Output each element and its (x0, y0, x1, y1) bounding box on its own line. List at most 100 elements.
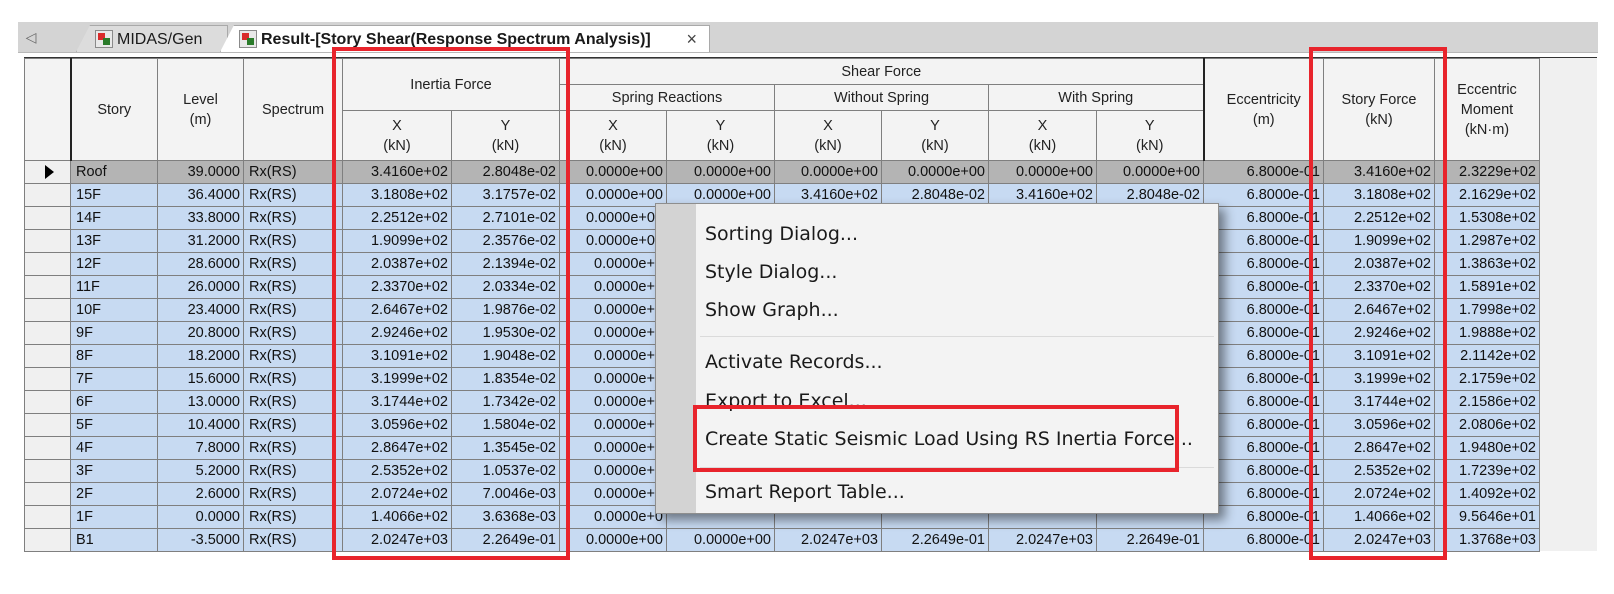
cell-em[interactable]: 1.5891e+02 (1434, 275, 1540, 299)
cell-spectrum[interactable]: Rx(RS) (243, 160, 343, 184)
row-header[interactable] (24, 390, 71, 414)
cell-em[interactable]: 2.1759e+02 (1434, 367, 1540, 391)
cell-spectrum[interactable]: Rx(RS) (243, 252, 343, 276)
tab-scroll-left-icon[interactable]: ◁ (20, 26, 42, 48)
cell-ecc[interactable]: 6.8000e-01 (1203, 528, 1324, 552)
cell-wy[interactable]: 0.0000e+00 (1096, 160, 1204, 184)
col-header-spring-x[interactable]: X (kN) (559, 110, 667, 161)
row-header[interactable] (24, 482, 71, 506)
row-header[interactable] (24, 413, 71, 437)
cell-ecc[interactable]: 6.8000e-01 (1203, 252, 1324, 276)
cell-em[interactable]: 2.3229e+02 (1434, 160, 1540, 184)
cell-level[interactable]: 0.0000 (157, 505, 244, 529)
cell-ecc[interactable]: 6.8000e-01 (1203, 413, 1324, 437)
cell-ecc[interactable]: 6.8000e-01 (1203, 459, 1324, 483)
cell-story[interactable]: 1F (70, 505, 158, 529)
row-header[interactable] (24, 321, 71, 345)
cell-level[interactable]: 26.0000 (157, 275, 244, 299)
cell-story[interactable]: 11F (70, 275, 158, 299)
cell-story[interactable]: 9F (70, 321, 158, 345)
cell-srx[interactable]: 0.0000e+0 (559, 344, 667, 368)
row-header[interactable] (24, 229, 71, 253)
cell-spectrum[interactable]: Rx(RS) (243, 459, 343, 483)
menu-item-style-dialog[interactable]: Style Dialog... (705, 261, 837, 283)
cell-level[interactable]: 33.8000 (157, 206, 244, 230)
cell-ecc[interactable]: 6.8000e-01 (1203, 482, 1324, 506)
cell-srx[interactable]: 0.0000e+0 (559, 413, 667, 437)
tab-midas-gen[interactable]: MIDAS/Gen (76, 25, 228, 52)
cell-story[interactable]: 13F (70, 229, 158, 253)
cell-story[interactable]: B1 (70, 528, 158, 552)
cell-story[interactable]: 3F (70, 459, 158, 483)
row-header[interactable] (24, 528, 71, 552)
cell-story[interactable]: 2F (70, 482, 158, 506)
cell-spectrum[interactable]: Rx(RS) (243, 413, 343, 437)
row-header[interactable] (24, 344, 71, 368)
cell-em[interactable]: 2.0806e+02 (1434, 413, 1540, 437)
cell-srx[interactable]: 0.0000e+00 (559, 160, 667, 184)
cell-level[interactable]: 13.0000 (157, 390, 244, 414)
cell-level[interactable]: 18.2000 (157, 344, 244, 368)
row-header[interactable] (24, 252, 71, 276)
menu-item-activate-records[interactable]: Activate Records... (705, 351, 883, 373)
cell-em[interactable]: 1.7998e+02 (1434, 298, 1540, 322)
cell-ecc[interactable]: 6.8000e-01 (1203, 206, 1324, 230)
cell-em[interactable]: 1.4092e+02 (1434, 482, 1540, 506)
cell-srx[interactable]: 0.0000e+0 (559, 367, 667, 391)
col-header-without-y[interactable]: Y (kN) (881, 110, 989, 161)
close-tab-icon[interactable]: × (686, 26, 697, 52)
cell-ecc[interactable]: 6.8000e-01 (1203, 275, 1324, 299)
row-header[interactable] (24, 459, 71, 483)
cell-em[interactable]: 1.3768e+03 (1434, 528, 1540, 552)
cell-em[interactable]: 9.5646e+01 (1434, 505, 1540, 529)
cell-spectrum[interactable]: Rx(RS) (243, 505, 343, 529)
col-header-with-x[interactable]: X (kN) (988, 110, 1097, 161)
col-header-level[interactable]: Level (m) (157, 58, 244, 161)
row-header[interactable] (24, 436, 71, 460)
cell-wox[interactable]: 2.0247e+03 (774, 528, 882, 552)
cell-story[interactable]: 7F (70, 367, 158, 391)
col-header-with-spring[interactable]: With Spring (988, 84, 1205, 111)
cell-em[interactable]: 1.5308e+02 (1434, 206, 1540, 230)
cell-srx[interactable]: 0.0000e+0 (559, 298, 667, 322)
cell-story[interactable]: 15F (70, 183, 158, 207)
cell-spectrum[interactable]: Rx(RS) (243, 229, 343, 253)
cell-spectrum[interactable]: Rx(RS) (243, 206, 343, 230)
cell-srx[interactable]: 0.0000e+0 (559, 321, 667, 345)
cell-em[interactable]: 1.9888e+02 (1434, 321, 1540, 345)
cell-srx[interactable]: 0.0000e+0 (559, 275, 667, 299)
cell-ecc[interactable]: 6.8000e-01 (1203, 160, 1324, 184)
col-header-spring-reactions[interactable]: Spring Reactions (559, 84, 775, 111)
cell-level[interactable]: 23.4000 (157, 298, 244, 322)
cell-ecc[interactable]: 6.8000e-01 (1203, 183, 1324, 207)
row-header[interactable] (24, 183, 71, 207)
cell-level[interactable]: 10.4000 (157, 413, 244, 437)
cell-story[interactable]: 8F (70, 344, 158, 368)
col-header-with-y[interactable]: Y (kN) (1096, 110, 1205, 161)
cell-ecc[interactable]: 6.8000e-01 (1203, 229, 1324, 253)
cell-spectrum[interactable]: Rx(RS) (243, 275, 343, 299)
cell-ecc[interactable]: 6.8000e-01 (1203, 436, 1324, 460)
cell-story[interactable]: 14F (70, 206, 158, 230)
cell-srx[interactable]: 0.0000e+0 (559, 482, 667, 506)
cell-srx[interactable]: 0.0000e+00 (559, 229, 667, 253)
cell-srx[interactable]: 0.0000e+00 (559, 528, 667, 552)
cell-em[interactable]: 1.7239e+02 (1434, 459, 1540, 483)
menu-item-sorting-dialog[interactable]: Sorting Dialog... (705, 223, 858, 245)
cell-srx[interactable]: 0.0000e+0 (559, 252, 667, 276)
cell-wx[interactable]: 0.0000e+00 (988, 160, 1097, 184)
col-header-eccentricity[interactable]: Eccentricity (m) (1203, 58, 1324, 161)
cell-level[interactable]: 20.8000 (157, 321, 244, 345)
cell-ecc[interactable]: 6.8000e-01 (1203, 390, 1324, 414)
cell-spectrum[interactable]: Rx(RS) (243, 321, 343, 345)
cell-story[interactable]: 5F (70, 413, 158, 437)
cell-srx[interactable]: 0.0000e+0 (559, 505, 667, 529)
cell-story[interactable]: Roof (70, 160, 158, 184)
cell-em[interactable]: 1.3863e+02 (1434, 252, 1540, 276)
cell-em[interactable]: 2.1586e+02 (1434, 390, 1540, 414)
cell-spectrum[interactable]: Rx(RS) (243, 528, 343, 552)
cell-spectrum[interactable]: Rx(RS) (243, 482, 343, 506)
cell-srx[interactable]: 0.0000e+0 (559, 459, 667, 483)
cell-ecc[interactable]: 6.8000e-01 (1203, 505, 1324, 529)
cell-level[interactable]: 5.2000 (157, 459, 244, 483)
